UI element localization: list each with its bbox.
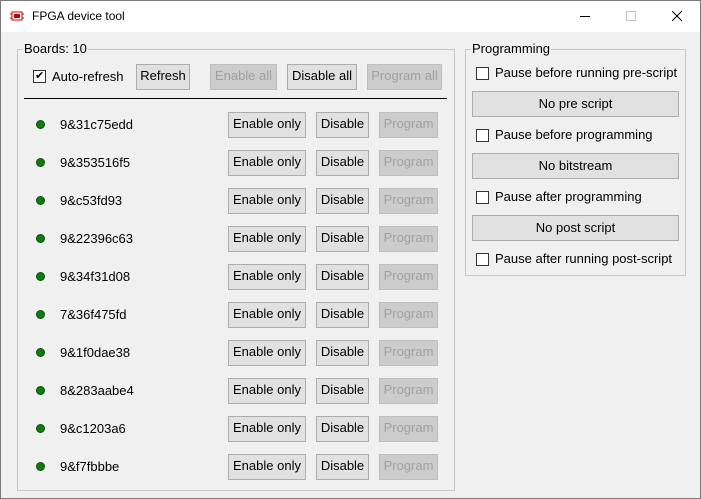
pause-before-programming-label: Pause before programming <box>495 127 653 142</box>
enable-only-button[interactable]: Enable only <box>228 226 306 252</box>
status-led-icon <box>36 348 45 357</box>
enable-only-button[interactable]: Enable only <box>228 302 306 328</box>
enable-only-button[interactable]: Enable only <box>228 340 306 366</box>
status-led-icon <box>36 310 45 319</box>
enable-only-button[interactable]: Enable only <box>228 150 306 176</box>
bitstream-button[interactable]: No bitstream <box>472 153 679 179</box>
program-button[interactable]: Program <box>379 150 438 176</box>
pause-after-programming-label: Pause after programming <box>495 189 642 204</box>
enable-only-button[interactable]: Enable only <box>228 264 306 290</box>
disable-button[interactable]: Disable <box>316 226 369 252</box>
enable-only-button[interactable]: Enable only <box>228 378 306 404</box>
program-button[interactable]: Program <box>379 302 438 328</box>
status-led-icon <box>36 196 45 205</box>
program-button[interactable]: Program <box>379 416 438 442</box>
disable-button[interactable]: Disable <box>316 150 369 176</box>
board-id-label: 9&22396c63 <box>60 231 134 246</box>
status-led-icon <box>36 462 45 471</box>
board-id-label: 9&c53fd93 <box>60 193 123 208</box>
pause-after-programming-checkbox[interactable] <box>476 191 489 204</box>
board-id-label: 8&283aabe4 <box>60 383 134 398</box>
main-window: FPGA device tool Boards: 10 ✔ Auto-refre… <box>0 0 701 499</box>
board-id-label: 7&36f475fd <box>60 307 127 322</box>
auto-refresh-label: Auto-refresh <box>52 69 124 84</box>
title-bar[interactable]: FPGA device tool <box>1 1 700 32</box>
program-button[interactable]: Program <box>379 264 438 290</box>
window-title: FPGA device tool <box>32 9 125 23</box>
disable-button[interactable]: Disable <box>316 264 369 290</box>
enable-all-button[interactable]: Enable all <box>210 64 277 90</box>
status-led-icon <box>36 120 45 129</box>
status-led-icon <box>36 424 45 433</box>
minimize-icon[interactable] <box>562 1 608 32</box>
pause-pre-script-label: Pause before running pre-script <box>495 65 678 80</box>
pause-before-programming-checkbox[interactable] <box>476 129 489 142</box>
disable-button[interactable]: Disable <box>316 302 369 328</box>
program-button[interactable]: Program <box>379 378 438 404</box>
program-button[interactable]: Program <box>379 340 438 366</box>
status-led-icon <box>36 158 45 167</box>
pre-script-button[interactable]: No pre script <box>472 91 679 117</box>
pause-post-script-label: Pause after running post-script <box>495 251 673 266</box>
status-led-icon <box>36 234 45 243</box>
separator <box>24 98 447 99</box>
program-button[interactable]: Program <box>379 188 438 214</box>
disable-button[interactable]: Disable <box>316 340 369 366</box>
checkmark-icon: ✔ <box>35 70 45 82</box>
disable-button[interactable]: Disable <box>316 112 369 138</box>
program-button[interactable]: Program <box>379 226 438 252</box>
disable-button[interactable]: Disable <box>316 416 369 442</box>
refresh-button[interactable]: Refresh <box>136 64 190 90</box>
pause-post-script-checkbox[interactable] <box>476 253 489 266</box>
board-id-label: 9&f7fbbbe <box>60 459 120 474</box>
chip-icon <box>10 10 24 22</box>
board-id-label: 9&c1203a6 <box>60 421 126 436</box>
board-id-label: 9&31c75edd <box>60 117 134 132</box>
boards-count-legend: Boards: 10 <box>23 41 88 56</box>
board-id-label: 9&1f0dae38 <box>60 345 131 360</box>
disable-button[interactable]: Disable <box>316 454 369 480</box>
disable-button[interactable]: Disable <box>316 188 369 214</box>
disable-button[interactable]: Disable <box>316 378 369 404</box>
status-led-icon <box>36 272 45 281</box>
close-icon[interactable] <box>654 1 700 32</box>
post-script-button[interactable]: No post script <box>472 215 679 241</box>
program-button[interactable]: Program <box>379 454 438 480</box>
programming-legend: Programming <box>471 41 552 56</box>
program-all-button[interactable]: Program all <box>367 64 442 90</box>
enable-only-button[interactable]: Enable only <box>228 416 306 442</box>
board-id-label: 9&353516f5 <box>60 155 131 170</box>
program-button[interactable]: Program <box>379 112 438 138</box>
maximize-icon[interactable] <box>608 1 654 32</box>
board-id-label: 9&34f31d08 <box>60 269 131 284</box>
auto-refresh-checkbox[interactable]: ✔ <box>33 70 46 83</box>
enable-only-button[interactable]: Enable only <box>228 454 306 480</box>
pause-pre-script-checkbox[interactable] <box>476 67 489 80</box>
status-led-icon <box>36 386 45 395</box>
disable-all-button[interactable]: Disable all <box>287 64 357 90</box>
enable-only-button[interactable]: Enable only <box>228 188 306 214</box>
enable-only-button[interactable]: Enable only <box>228 112 306 138</box>
